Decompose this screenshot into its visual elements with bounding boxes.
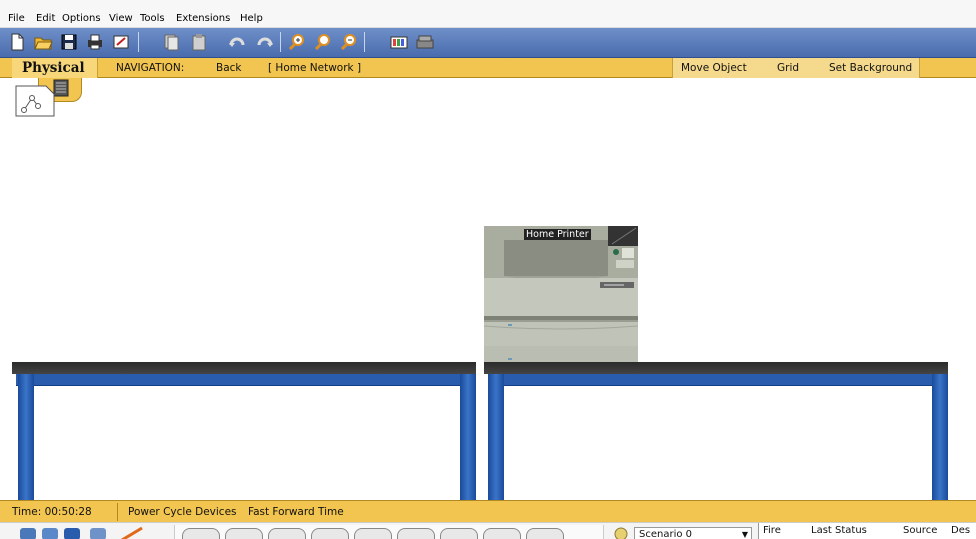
menu-edit[interactable]: Edit — [36, 12, 55, 26]
connections-icon[interactable] — [118, 526, 158, 539]
home-printer-device[interactable]: Home Printer — [483, 226, 639, 370]
menu-view[interactable]: View — [109, 12, 133, 26]
device-slot[interactable] — [225, 528, 263, 539]
city-navigation-icon[interactable] — [14, 84, 58, 118]
right-table-top — [484, 362, 948, 374]
set-background-button[interactable]: Set Background — [829, 58, 912, 78]
pdu-column-destination[interactable]: Des — [951, 524, 970, 538]
time-display-box: Time: 00:50:28 — [8, 503, 118, 521]
status-bar: Time: 00:50:28 Power Cycle Devices Fast … — [0, 500, 976, 522]
scenario-select[interactable]: Scenario 0 ▼ — [634, 527, 752, 539]
device-slot[interactable] — [268, 528, 306, 539]
wireless-category-icon[interactable] — [90, 528, 106, 539]
pdu-list-table: Fire Last Status Source Des — [758, 523, 976, 539]
grid-button[interactable]: Grid — [777, 58, 799, 78]
zoom-in-icon[interactable] — [286, 31, 308, 53]
menu-tools[interactable]: Tools — [140, 12, 165, 26]
custom-device-icon[interactable] — [414, 31, 436, 53]
menu-options[interactable]: Options — [62, 12, 101, 26]
right-table-apron — [488, 374, 944, 386]
physical-mode-label: Physical — [22, 60, 85, 76]
copy-icon[interactable] — [160, 31, 182, 53]
scenario-value: Scenario 0 — [639, 529, 693, 539]
menu-extensions[interactable]: Extensions — [176, 12, 230, 26]
lightbulb-icon — [614, 527, 628, 539]
device-slot[interactable] — [311, 528, 349, 539]
navigation-label: NAVIGATION: — [116, 62, 185, 74]
printer-icon — [483, 226, 639, 370]
new-icon[interactable] — [6, 31, 28, 53]
right-table-leg — [932, 374, 948, 500]
paste-icon[interactable] — [188, 31, 210, 53]
chevron-down-icon: ▼ — [741, 530, 748, 539]
save-icon[interactable] — [58, 31, 80, 53]
zoom-out-icon[interactable] — [338, 31, 360, 53]
device-slot[interactable] — [526, 528, 564, 539]
device-slot[interactable] — [440, 528, 478, 539]
redo-icon[interactable] — [254, 31, 276, 53]
main-toolbar — [0, 28, 976, 58]
device-slot[interactable] — [354, 528, 392, 539]
pdu-column-fire[interactable]: Fire — [763, 524, 781, 538]
undo-icon[interactable] — [226, 31, 248, 53]
switch-category-icon[interactable] — [42, 528, 58, 539]
left-table-top — [12, 362, 476, 374]
left-table-leg — [460, 374, 476, 500]
navigation-bar: Physical NAVIGATION: Back [ Home Network… — [0, 58, 976, 78]
palette-icon[interactable] — [388, 31, 410, 53]
activity-wizard-icon[interactable] — [110, 31, 132, 53]
move-object-button[interactable]: Move Object — [681, 58, 747, 78]
toolbar-separator — [364, 32, 365, 52]
pdu-column-source[interactable]: Source — [903, 524, 937, 538]
location-breadcrumb: [ Home Network ] — [268, 62, 362, 74]
right-table-leg — [488, 374, 504, 500]
toolbar-separator — [138, 32, 139, 52]
device-label: Home Printer — [524, 229, 591, 240]
device-slot[interactable] — [182, 528, 220, 539]
print-icon[interactable] — [84, 31, 106, 53]
menu-file[interactable]: File — [8, 12, 25, 26]
device-slot[interactable] — [397, 528, 435, 539]
menu-bar: File Edit Options View Tools Extensions … — [0, 0, 976, 28]
fast-forward-button[interactable]: Fast Forward Time — [248, 501, 344, 523]
physical-workspace[interactable]: Home Printer — [0, 78, 976, 500]
menu-help[interactable]: Help — [240, 12, 263, 26]
workspace-options: Move Object Grid Set Background — [672, 58, 920, 78]
physical-mode-tab[interactable]: Physical — [12, 58, 98, 78]
left-table-leg — [18, 374, 34, 500]
zoom-reset-icon[interactable] — [312, 31, 334, 53]
time-display: Time: 00:50:28 — [12, 506, 92, 518]
hub-category-icon[interactable] — [64, 528, 80, 539]
device-slot[interactable] — [483, 528, 521, 539]
router-category-icon[interactable] — [20, 528, 36, 539]
back-button[interactable]: Back — [216, 58, 242, 78]
power-cycle-button[interactable]: Power Cycle Devices — [128, 501, 237, 523]
pdu-column-last-status[interactable]: Last Status — [811, 524, 867, 538]
toolbar-separator — [280, 32, 281, 52]
device-panel: Scenario 0 ▼ Fire Last Status Source Des — [0, 522, 976, 539]
open-icon[interactable] — [32, 31, 54, 53]
left-table-apron — [16, 374, 472, 386]
